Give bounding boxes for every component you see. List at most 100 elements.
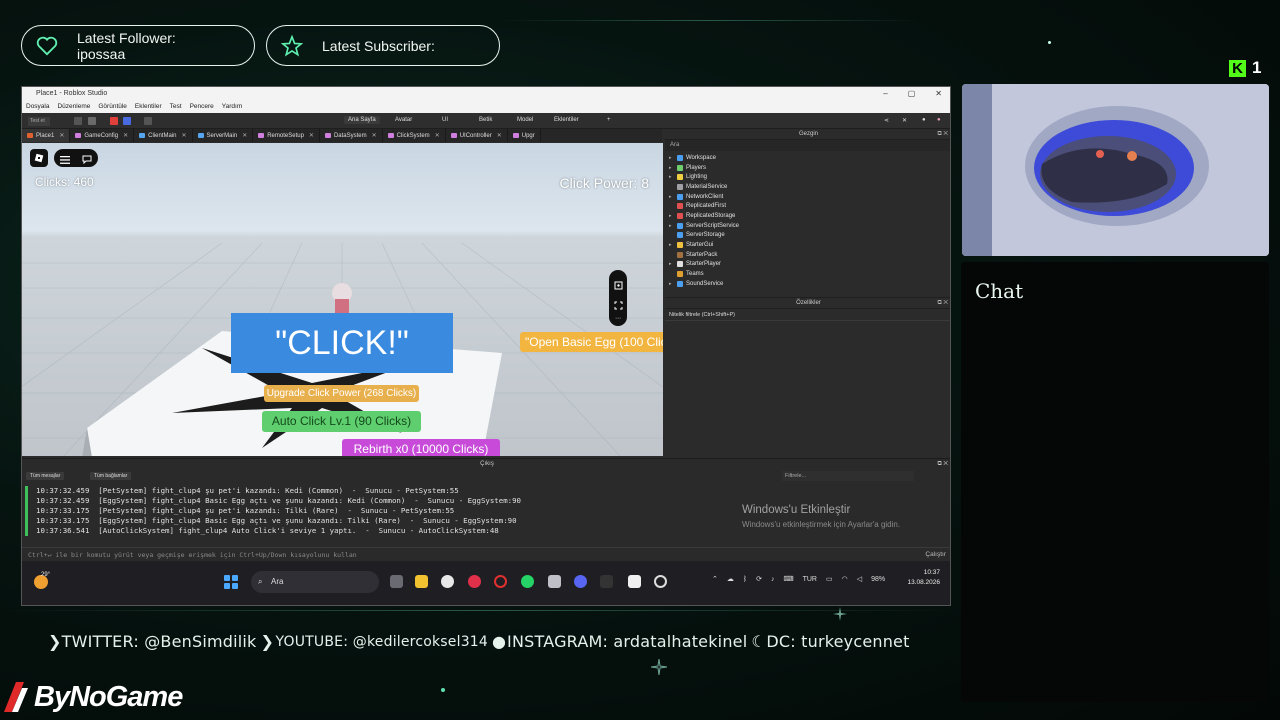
tree-item[interactable]: ▸ SoundService	[665, 279, 950, 289]
camera-focus-icon[interactable]	[614, 275, 623, 294]
tree-item[interactable]: ▸ StarterGui	[665, 240, 950, 250]
doc-tab[interactable]: UIController ✕	[446, 129, 508, 142]
close-tab-icon[interactable]: ✕	[372, 132, 377, 139]
discord-icon[interactable]	[574, 575, 587, 588]
ribbon-tab-add[interactable]: +	[603, 116, 615, 124]
close-tab-icon[interactable]: ✕	[435, 132, 440, 139]
tree-item[interactable]: ▸ StarterPlayer	[665, 260, 950, 270]
panel-close-icon[interactable]: ⧉ ✕	[937, 129, 948, 140]
doc-tab[interactable]: Place1 ✕	[22, 129, 71, 142]
tree-item[interactable]: ServerStorage	[665, 231, 950, 241]
ribbon-tab-model[interactable]: Model	[513, 116, 537, 124]
tree-item[interactable]: ▸ ReplicatedStorage	[665, 211, 950, 221]
panel-close-icon[interactable]: ⧉ ✕	[937, 298, 948, 309]
more-icon[interactable]: ⋯	[615, 315, 621, 322]
menu-item-test[interactable]: Test	[170, 101, 182, 113]
taskbar-search-input[interactable]: ⌕ Ara	[251, 571, 379, 593]
mode-select[interactable]: Test et	[28, 117, 50, 126]
rebirth-button[interactable]: Rebirth x0 (10000 Clicks)	[342, 439, 500, 456]
chat-bubble-icon[interactable]	[82, 149, 92, 168]
contexts-select[interactable]: Tüm bağlamlar	[90, 472, 132, 480]
ribbon-tab-avatar[interactable]: Avatar	[391, 116, 416, 124]
tree-item[interactable]: MaterialService	[665, 182, 950, 192]
windows-start-icon[interactable]	[224, 575, 238, 589]
keyboard-icon[interactable]: ⌨	[783, 575, 793, 583]
menu-item-help[interactable]: Yardım	[222, 101, 242, 113]
task-view-icon[interactable]	[390, 575, 403, 588]
battery-level[interactable]: 98%	[871, 576, 885, 583]
tree-item[interactable]: ▸ ServerScriptService	[665, 221, 950, 231]
whatsapp-icon[interactable]	[521, 575, 534, 588]
language-indicator[interactable]: TUR	[803, 576, 817, 583]
tree-item[interactable]: ▸ Workspace	[665, 153, 950, 163]
click-button[interactable]: "CLICK!"	[231, 313, 453, 373]
stop-icon[interactable]	[110, 117, 118, 125]
clock[interactable]: 10:37 13.08.2026	[907, 568, 940, 588]
doc-tab[interactable]: DataSystem ✕	[320, 129, 383, 142]
command-bar[interactable]: Ctrl+↵ ile bir komutu yürüt veya geçmişe…	[22, 547, 950, 562]
chevron-up-icon[interactable]: ⌃	[712, 575, 718, 583]
file-explorer-icon[interactable]	[415, 575, 428, 588]
obs-icon[interactable]	[654, 575, 667, 588]
ribbon-tab-script[interactable]: Betik	[475, 116, 496, 124]
ribbon-tab-plugins[interactable]: Eklentiler	[550, 116, 583, 124]
refresh-icon[interactable]: ⟳	[756, 575, 762, 583]
output-filter-input[interactable]: Filtrele...	[782, 471, 914, 481]
ribbon-tab-ui[interactable]: UI	[438, 116, 452, 124]
roblox-studio-icon[interactable]	[628, 575, 641, 588]
media-player-icon[interactable]	[468, 575, 481, 588]
tree-item[interactable]: Teams	[665, 269, 950, 279]
doc-tab[interactable]: RemoteSetup ✕	[253, 129, 320, 142]
close-tab-icon[interactable]: ✕	[181, 132, 186, 139]
fullscreen-icon[interactable]	[614, 295, 623, 314]
messages-select[interactable]: Tüm mesajlar	[26, 472, 65, 480]
explorer-search[interactable]: Ara	[665, 140, 950, 151]
tree-item[interactable]: StarterPack	[665, 250, 950, 260]
ribbon-tab-home[interactable]: Ana Sayfa	[344, 116, 380, 124]
pen-tool-icon[interactable]	[548, 575, 561, 588]
close-tab-icon[interactable]: ✕	[242, 132, 247, 139]
bluetooth-icon[interactable]: ᛒ	[743, 576, 747, 583]
close-tab-icon[interactable]: ✕	[309, 132, 314, 139]
properties-filter-input[interactable]: Nitelik filtrele (Ctrl+Shift+P)	[665, 309, 950, 321]
doc-tab[interactable]: ServerMain ✕	[193, 129, 254, 142]
tree-item[interactable]: ▸ Lighting	[665, 172, 950, 182]
panel-close-icon[interactable]: ⧉ ✕	[937, 459, 948, 470]
close-tab-icon[interactable]: ✕	[497, 132, 502, 139]
chrome-icon[interactable]	[441, 575, 454, 588]
close-tab-icon[interactable]: ✕	[123, 132, 128, 139]
opera-icon[interactable]	[494, 575, 507, 588]
roblox-menu-icon[interactable]	[30, 149, 48, 167]
run-command-button[interactable]: Çalıştır	[925, 548, 946, 562]
tree-item[interactable]: ▸ NetworkClient	[665, 192, 950, 202]
microphone-icon[interactable]: ♪	[771, 576, 775, 583]
share-icon[interactable]: ⋖	[880, 116, 893, 125]
doc-tab[interactable]: Upgr	[508, 129, 541, 142]
tree-item[interactable]: ReplicatedFirst	[665, 201, 950, 211]
display-icon[interactable]: ▭	[826, 575, 833, 583]
doc-tab[interactable]: GameConfig ✕	[70, 129, 135, 142]
notification-icon[interactable]: ●	[918, 116, 930, 124]
menu-item-plugins[interactable]: Eklentiler	[135, 101, 162, 113]
menu-item-file[interactable]: Dosyala	[26, 101, 49, 113]
close-tab-icon[interactable]: ✕	[59, 132, 64, 139]
doc-tab[interactable]: ClientMain ✕	[134, 129, 193, 142]
game-viewport[interactable]: Clicks: 460 Click Power: 8 "CLICK!" "Ope…	[22, 143, 663, 456]
step-icon[interactable]	[123, 117, 131, 125]
cloud-icon[interactable]: ☁	[727, 575, 734, 583]
menu-item-edit[interactable]: Düzenleme	[57, 101, 90, 113]
tree-item[interactable]: ▸ Players	[665, 163, 950, 173]
tools-icon[interactable]: ✕	[898, 116, 911, 125]
play-icon[interactable]	[74, 117, 82, 125]
menu-item-window[interactable]: Pencere	[190, 101, 214, 113]
close-icon[interactable]: ✕	[935, 87, 942, 101]
pause-icon[interactable]	[88, 117, 96, 125]
minimize-icon[interactable]: –	[883, 87, 887, 101]
wifi-icon[interactable]: ◠	[842, 575, 848, 583]
maximize-icon[interactable]: ▢	[908, 87, 916, 101]
step-forward-icon[interactable]	[144, 117, 152, 125]
hamburger-icon[interactable]	[60, 149, 70, 168]
app-icon[interactable]	[600, 575, 613, 588]
menu-item-view[interactable]: Görüntüle	[98, 101, 127, 113]
auto-click-button[interactable]: Auto Click Lv.1 (90 Clicks)	[262, 411, 421, 432]
